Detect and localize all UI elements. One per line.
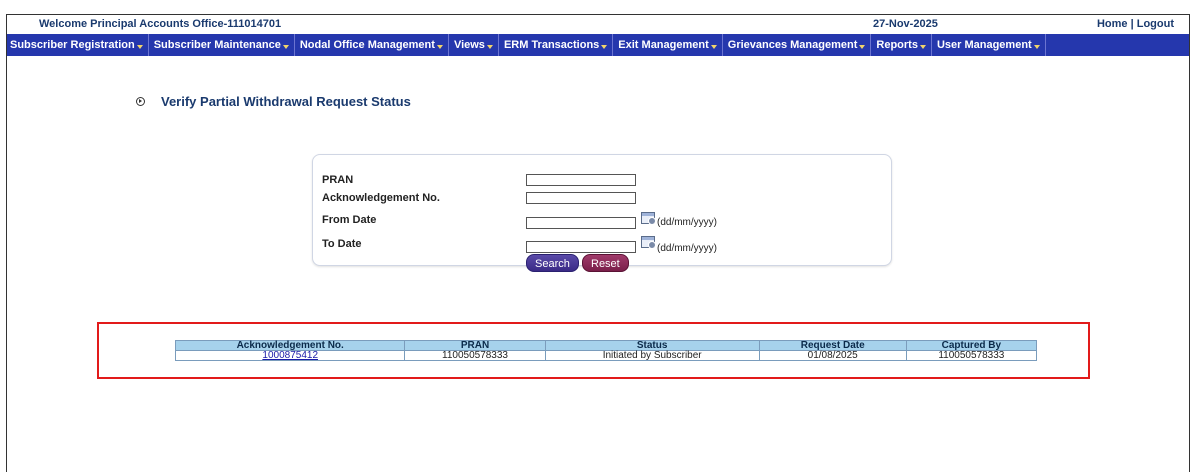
- cell-status: Initiated by Subscriber: [544, 350, 760, 361]
- results-table: Acknowledgement No. PRAN Status Request …: [174, 340, 1038, 361]
- menu-exit-management[interactable]: Exit Management: [613, 34, 723, 56]
- col-request-date: Request Date: [758, 340, 907, 351]
- menu-reports[interactable]: Reports: [871, 34, 932, 56]
- menu-nodal-office-management[interactable]: Nodal Office Management: [295, 34, 449, 56]
- menu-views[interactable]: Views: [449, 34, 499, 56]
- col-captured-by: Captured By: [905, 340, 1038, 351]
- pran-label: PRAN: [322, 174, 354, 186]
- from-date-input[interactable]: [526, 217, 636, 229]
- menu-label: Exit Management: [618, 39, 709, 51]
- page-title: Verify Partial Withdrawal Request Status: [161, 94, 411, 109]
- welcome-text: Welcome Principal Accounts Office-111014…: [39, 18, 282, 30]
- chevron-down-icon: [1033, 44, 1040, 49]
- menu-label: Reports: [876, 39, 918, 51]
- cell-captured-by: 110050578333: [905, 350, 1038, 361]
- pran-input[interactable]: [526, 174, 636, 186]
- date-format-hint: (dd/mm/yyyy): [657, 243, 717, 254]
- ack-input[interactable]: [526, 192, 636, 204]
- from-date-label: From Date: [322, 214, 377, 226]
- chevron-down-icon: [601, 44, 608, 49]
- top-links: Home | Logout: [1097, 18, 1174, 30]
- col-pran: PRAN: [404, 340, 546, 351]
- calendar-icon[interactable]: [641, 236, 656, 249]
- chevron-down-icon: [282, 44, 289, 49]
- col-ack-no: Acknowledgement No.: [174, 340, 406, 351]
- reset-button[interactable]: Reset: [582, 254, 629, 272]
- menu-user-management[interactable]: User Management: [932, 34, 1046, 56]
- menu-label: Grievances Management: [727, 39, 858, 51]
- main-menu: Subscriber Registration Subscriber Maint…: [7, 34, 1189, 56]
- chevron-down-icon: [859, 44, 866, 49]
- menu-label: Subscriber Registration: [10, 39, 135, 51]
- chevron-down-icon: [710, 44, 717, 49]
- logout-link[interactable]: Logout: [1137, 18, 1174, 30]
- table-header-row: Acknowledgement No. PRAN Status Request …: [174, 340, 1038, 351]
- calendar-icon[interactable]: [641, 212, 656, 225]
- page-heading: Verify Partial Withdrawal Request Status: [136, 94, 411, 109]
- to-date-label: To Date: [322, 238, 362, 250]
- cell-request-date: 01/08/2025: [758, 350, 907, 361]
- menu-erm-transactions[interactable]: ERM Transactions: [499, 34, 614, 56]
- search-button[interactable]: Search: [526, 254, 579, 272]
- home-link[interactable]: Home: [1097, 18, 1128, 30]
- menu-label: Subscriber Maintenance: [153, 39, 281, 51]
- cell-ack-no: 1000875412: [174, 350, 406, 361]
- to-date-input[interactable]: [526, 241, 636, 253]
- chevron-down-icon: [436, 44, 443, 49]
- chevron-down-icon: [919, 44, 926, 49]
- menu-grievances-management[interactable]: Grievances Management: [723, 34, 872, 56]
- menu-label: Views: [453, 39, 485, 51]
- menu-subscriber-registration[interactable]: Subscriber Registration: [7, 34, 149, 56]
- menu-label: User Management: [936, 39, 1032, 51]
- top-bar: Welcome Principal Accounts Office-111014…: [7, 15, 1189, 33]
- table-row: 1000875412 110050578333 Initiated by Sub…: [174, 350, 1038, 361]
- ack-label: Acknowledgement No.: [322, 192, 440, 204]
- chevron-down-icon: [486, 44, 493, 49]
- menu-label: Nodal Office Management: [299, 39, 435, 51]
- play-bullet-icon: [136, 97, 145, 106]
- menu-subscriber-maintenance[interactable]: Subscriber Maintenance: [149, 34, 295, 56]
- search-form: PRAN Acknowledgement No. From Date (dd/m…: [312, 154, 892, 272]
- link-separator: |: [1127, 18, 1137, 30]
- current-date: 27-Nov-2025: [873, 18, 938, 30]
- menu-label: ERM Transactions: [503, 39, 600, 51]
- date-format-hint: (dd/mm/yyyy): [657, 217, 717, 228]
- chevron-down-icon: [136, 44, 143, 49]
- col-status: Status: [544, 340, 760, 351]
- cell-pran: 110050578333: [404, 350, 546, 361]
- ack-no-link[interactable]: 1000875412: [262, 350, 318, 361]
